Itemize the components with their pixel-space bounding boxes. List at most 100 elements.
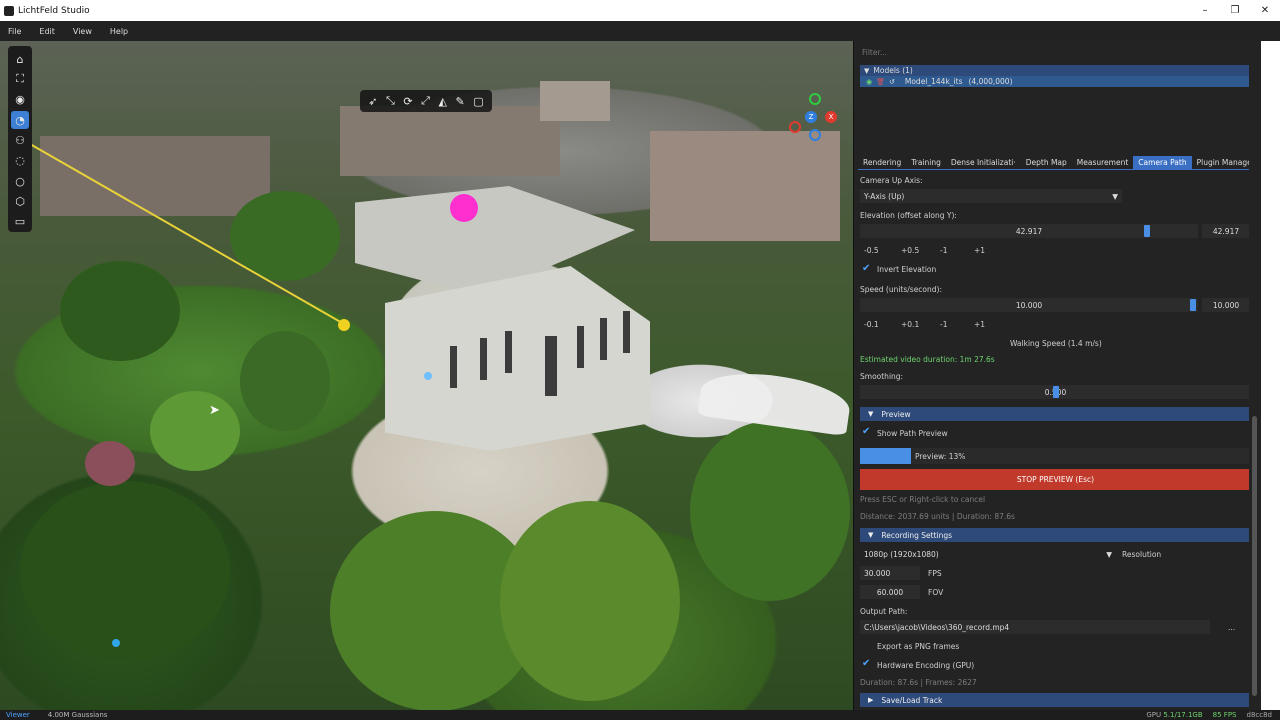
hardware-encoding-checkbox[interactable]: ✔	[862, 659, 872, 669]
camera-up-axis-label: Camera Up Axis:	[860, 176, 923, 185]
invert-elevation-checkbox[interactable]: ✔	[862, 264, 872, 274]
path-waypoint[interactable]	[112, 639, 120, 647]
tab-measurement[interactable]: Measurement	[1072, 156, 1134, 169]
fps-input[interactable]: 30.000	[860, 566, 920, 580]
walking-speed-button[interactable]: Walking Speed (1.4 m/s)	[1010, 339, 1102, 348]
elevation-slider-thumb[interactable]	[1144, 225, 1150, 237]
title-bar: LichtFeld Studio – ❐ ✕	[0, 0, 1280, 21]
brush-icon[interactable]: ✎	[456, 95, 465, 108]
gizmo-y-icon[interactable]	[809, 93, 821, 105]
fps-counter: 85 FPS	[1212, 711, 1237, 719]
preview-section-header[interactable]: ▼ Preview	[860, 407, 1251, 421]
speed-slider[interactable]: 10.000	[860, 298, 1198, 312]
elevation-plus-one-button[interactable]: +1	[974, 246, 985, 255]
camera-path-line	[29, 143, 345, 325]
elevation-slider-value: 42.917	[1015, 226, 1043, 236]
camera-path-icon[interactable]: ◔	[11, 111, 29, 129]
nodes-icon[interactable]: ⚇	[11, 132, 29, 149]
speed-input[interactable]: 10.000	[1202, 298, 1250, 312]
box-icon[interactable]: ▢	[473, 95, 483, 108]
video-icon[interactable]: ▭	[11, 213, 29, 230]
3d-viewport[interactable]: ➶ ⤡ ⟳ ⤢ ◭ ✎ ▢ Z X ➤	[0, 41, 853, 710]
tab-dense-initialization[interactable]: Dense Initializati·	[946, 156, 1021, 169]
menu-view[interactable]: View	[73, 27, 92, 36]
smoothing-slider-thumb[interactable]	[1053, 386, 1059, 398]
browse-button[interactable]: ...	[1228, 623, 1235, 632]
save-load-track-header[interactable]: ▶ Save/Load Track	[860, 693, 1251, 707]
scene-tree: ▼ Models (1) ◉ 🗑 ↺ Model_144k_its (4,000…	[860, 65, 1258, 87]
tab-camera-path[interactable]: Camera Path	[1133, 156, 1192, 169]
elevation-minus-one-button[interactable]: -1	[940, 246, 947, 255]
transform-toolbar: ➶ ⤡ ⟳ ⤢ ◭ ✎ ▢	[360, 90, 492, 112]
home-icon[interactable]: ⌂	[11, 51, 29, 68]
fov-input[interactable]: 60.000	[860, 585, 920, 599]
elevation-slider[interactable]: 42.917	[860, 224, 1198, 238]
fov-value: 60.000	[876, 587, 904, 597]
tab-training[interactable]: Training	[906, 156, 946, 169]
stop-preview-button[interactable]: STOP PREVIEW (Esc)	[860, 469, 1251, 490]
speed-plus-tenth-button[interactable]: +0.1	[901, 320, 919, 329]
frame-icon[interactable]: ⛶	[11, 71, 29, 88]
select-icon[interactable]: ➶	[368, 95, 377, 108]
tab-depth-map[interactable]: Depth Map	[1021, 156, 1072, 169]
speed-plus-one-button[interactable]: +1	[974, 320, 985, 329]
menu-edit[interactable]: Edit	[39, 27, 55, 36]
save-load-track-label: Save/Load Track	[881, 695, 943, 705]
preview-progress-fill	[860, 448, 911, 464]
expand-triangle-icon[interactable]: ▼	[864, 67, 869, 75]
axis-gizmo[interactable]: Z X	[785, 93, 845, 148]
output-path-label: Output Path:	[860, 607, 908, 616]
rotate-icon[interactable]: ⟳	[403, 95, 412, 108]
mirror-icon[interactable]: ◭	[439, 95, 447, 108]
eye-icon[interactable]: ◉	[11, 91, 29, 108]
models-group[interactable]: ▼ Models (1)	[860, 65, 1258, 76]
translate-icon[interactable]: ⤡	[386, 94, 395, 108]
menu-help[interactable]: Help	[110, 27, 128, 36]
preview-camera-marker[interactable]	[450, 194, 478, 222]
panel-scrollbar-thumb[interactable]	[1252, 416, 1257, 696]
filter-input[interactable]: Filter...	[862, 48, 887, 57]
reset-icon[interactable]: ↺	[889, 78, 895, 86]
scale-icon[interactable]: ⤢	[421, 94, 430, 108]
camera-up-axis-select[interactable]: Y-Axis (Up) ▼	[860, 189, 1122, 203]
elevation-input[interactable]: 42.917	[1202, 224, 1250, 238]
cancel-hint-text: Press ESC or Right-click to cancel	[860, 495, 986, 504]
maximize-button[interactable]: ❐	[1220, 0, 1250, 21]
path-waypoint[interactable]	[424, 372, 432, 380]
recording-settings-header[interactable]: ▼ Recording Settings	[860, 528, 1251, 542]
model-row[interactable]: ◉ 🗑 ↺ Model_144k_its (4,000,000)	[860, 76, 1258, 87]
lasso-icon[interactable]: ◌	[11, 152, 29, 169]
elevation-minus-half-button[interactable]: -0.5	[864, 246, 879, 255]
gizmo-neg-z-icon[interactable]	[809, 129, 821, 141]
speed-minus-one-button[interactable]: -1	[940, 320, 947, 329]
visibility-icon[interactable]: ◉	[866, 78, 872, 86]
gizmo-z-icon[interactable]: Z	[805, 111, 817, 123]
show-path-preview-checkbox[interactable]: ✔	[862, 427, 872, 437]
output-path-input[interactable]: C:\Users\jacob\Videos\360_record.mp4	[860, 620, 1210, 634]
gizmo-neg-x-icon[interactable]	[789, 121, 801, 133]
elevation-label: Elevation (offset along Y):	[860, 211, 957, 220]
menu-file[interactable]: File	[8, 27, 21, 36]
resolution-select[interactable]: 1080p (1920x1080) ▼	[860, 547, 1116, 561]
close-button[interactable]: ✕	[1250, 0, 1280, 21]
models-header-label: Models (1)	[873, 66, 913, 75]
tab-rendering[interactable]: Rendering	[858, 156, 906, 169]
delete-icon[interactable]: 🗑	[876, 78, 885, 86]
circle-select-icon[interactable]: ○	[11, 172, 29, 189]
smoothing-label: Smoothing:	[860, 372, 904, 381]
speed-slider-thumb[interactable]	[1190, 299, 1196, 311]
export-png-checkbox[interactable]	[862, 640, 872, 650]
path-waypoint[interactable]	[338, 319, 350, 331]
smoothing-slider[interactable]: 0.500	[860, 385, 1251, 399]
gizmo-x-icon[interactable]: X	[825, 111, 837, 123]
minimize-button[interactable]: –	[1190, 0, 1220, 21]
preview-section-label: Preview	[881, 409, 911, 419]
elevation-plus-half-button[interactable]: +0.5	[901, 246, 919, 255]
distance-info-text: Distance: 2037.69 units | Duration: 87.6…	[860, 512, 1015, 521]
panel-scrollbar[interactable]	[1249, 41, 1261, 710]
window-edge	[1261, 41, 1280, 710]
preview-progress-text: Preview: 13%	[915, 452, 966, 461]
elevation-input-value: 42.917	[1212, 226, 1240, 236]
speed-minus-tenth-button[interactable]: -0.1	[864, 320, 879, 329]
cube-icon[interactable]: ⬡	[11, 193, 29, 210]
